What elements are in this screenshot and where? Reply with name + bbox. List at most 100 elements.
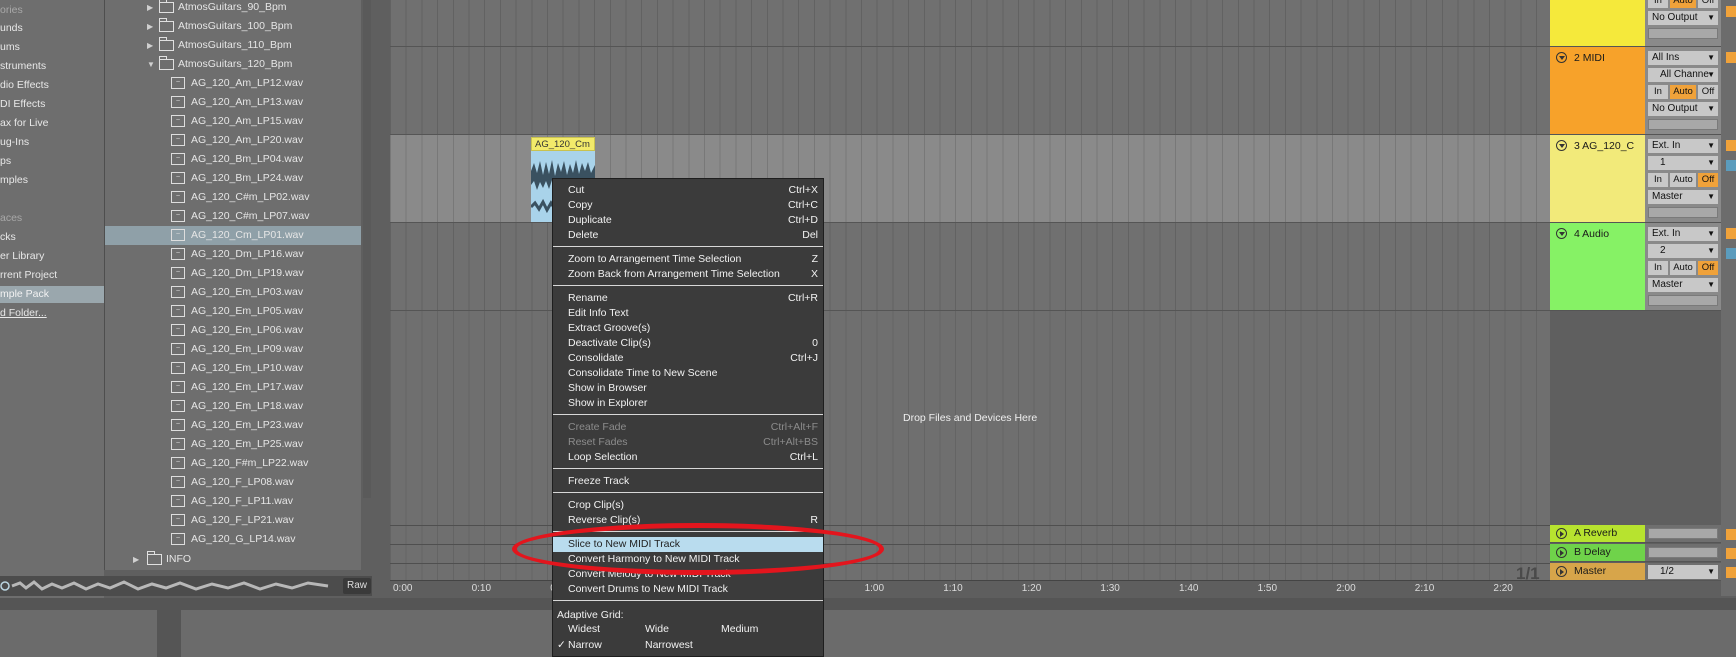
output-channel-field[interactable] — [1648, 295, 1718, 306]
browser-file[interactable]: ~ AG_120_Am_LP15.wav — [105, 112, 361, 131]
clip-context-menu[interactable]: Cut Ctrl+X Copy Ctrl+C Duplicate Ctrl+D Delete… — [552, 178, 824, 657]
bottom-left-pane[interactable] — [0, 610, 157, 657]
browser-file[interactable]: ~ AG_120_Em_LP25.wav — [105, 435, 361, 454]
return-track-name[interactable]: A Reverb — [1574, 527, 1617, 539]
browser-file[interactable]: ~ AG_120_Am_LP20.wav — [105, 131, 361, 150]
fold-track-icon[interactable] — [1556, 52, 1567, 63]
browser-folder[interactable]: ▶ AtmosGuitars_110_Bpm — [105, 36, 361, 55]
input-type-select[interactable]: Ext. In — [1648, 139, 1718, 153]
master-output-select[interactable]: 1/2 — [1648, 565, 1718, 579]
category-item[interactable]: ug-Ins — [0, 134, 104, 151]
triangle-right-icon[interactable]: ▶ — [147, 36, 153, 55]
input-type-select[interactable]: Ext. In — [1648, 227, 1718, 241]
grid-option-narrow[interactable]: Narrow — [568, 639, 602, 651]
category-item[interactable]: DI Effects — [0, 96, 104, 113]
input-type-select[interactable]: All Ins — [1648, 51, 1718, 65]
monitor-off-button[interactable]: Off — [1698, 173, 1718, 187]
output-select[interactable]: Master — [1648, 278, 1718, 292]
monitor-in-button[interactable]: In — [1648, 173, 1668, 187]
browser-file[interactable]: ~ AG_120_Em_LP06.wav — [105, 321, 361, 340]
track-activator-icon[interactable] — [1556, 547, 1567, 558]
browser-file[interactable]: ~ AG_120_F#m_LP22.wav — [105, 454, 361, 473]
input-channel-select[interactable]: 2 — [1648, 244, 1718, 258]
menu-item-reverse-clip-s[interactable]: Reverse Clip(s) R — [553, 513, 823, 528]
output-select[interactable]: No Output — [1648, 11, 1718, 25]
category-item[interactable]: mple Pack — [0, 286, 104, 303]
grid-option-medium[interactable]: Medium — [721, 623, 758, 635]
track-activator-icon[interactable] — [1556, 566, 1567, 577]
menu-item-convert-drums-to-new-midi-track[interactable]: Convert Drums to New MIDI Track — [553, 582, 823, 597]
output-select[interactable]: No Output — [1648, 102, 1718, 116]
browser-file[interactable]: ~ AG_120_C#m_LP07.wav — [105, 207, 361, 226]
menu-item-create-fade[interactable]: Create Fade Ctrl+Alt+F — [553, 420, 823, 435]
browser-file[interactable]: ~ AG_120_Dm_LP19.wav — [105, 264, 361, 283]
menu-item-edit-info-text[interactable]: Edit Info Text — [553, 306, 823, 321]
track-activator-icon[interactable] — [1556, 528, 1567, 539]
browser-file[interactable]: ~ AG_120_Cm_LP01.wav — [105, 226, 361, 245]
output-channel-field[interactable] — [1648, 119, 1718, 130]
menu-item-consolidate-time-to-new-scene[interactable]: Consolidate Time to New Scene — [553, 366, 823, 381]
detail-view[interactable] — [181, 610, 1736, 657]
browser-file[interactable]: ~ AG_120_Am_LP12.wav — [105, 74, 361, 93]
browser-file[interactable]: ~ AG_120_Bm_LP24.wav — [105, 169, 361, 188]
fold-track-icon[interactable] — [1556, 140, 1567, 151]
triangle-down-icon[interactable]: ▼ — [147, 55, 155, 74]
track-name[interactable]: 4 Audio — [1574, 228, 1609, 240]
browser-file[interactable]: ~ AG_120_Em_LP09.wav — [105, 340, 361, 359]
track-lane-midi[interactable] — [390, 47, 1550, 135]
return-track-header[interactable]: A Reverb — [1550, 525, 1645, 543]
category-item[interactable]: mples — [0, 172, 104, 189]
category-item[interactable]: unds — [0, 20, 104, 37]
browser-folder[interactable]: ▶ AtmosGuitars_90_Bpm — [105, 0, 361, 17]
browser-file[interactable]: ~ AG_120_Em_LP03.wav — [105, 283, 361, 302]
monitor-off-button[interactable]: Off — [1698, 261, 1718, 275]
category-item[interactable]: struments — [0, 58, 104, 75]
audio-clip-title[interactable]: AG_120_Cm — [531, 137, 595, 151]
track-header[interactable] — [1550, 0, 1645, 47]
menu-item-delete[interactable]: Delete Del — [553, 228, 823, 243]
track-lane-1[interactable] — [390, 0, 1550, 47]
output-channel-field[interactable] — [1648, 28, 1718, 39]
grid-option-widest[interactable]: Widest — [568, 623, 600, 635]
browser-file[interactable]: ~ AG_120_Em_LP17.wav — [105, 378, 361, 397]
browser-file[interactable]: ~ AG_120_Em_LP10.wav — [105, 359, 361, 378]
input-channel-select[interactable]: 1 — [1648, 156, 1718, 170]
monitor-off-button[interactable]: Off — [1698, 85, 1718, 99]
browser-folder[interactable]: ▼ AtmosGuitars_120_Bpm — [105, 55, 361, 74]
track-header[interactable]: 2 MIDI — [1550, 47, 1645, 135]
category-item[interactable]: rrent Project — [0, 267, 104, 284]
category-item[interactable]: er Library — [0, 248, 104, 265]
monitor-switch[interactable]: In Auto Off — [1648, 173, 1718, 187]
browser-file[interactable]: ~ AG_120_F_LP21.wav — [105, 511, 361, 530]
category-item[interactable]: ps — [0, 153, 104, 170]
track-header[interactable]: 3 AG_120_C — [1550, 135, 1645, 223]
menu-item-duplicate[interactable]: Duplicate Ctrl+D — [553, 213, 823, 228]
return-field[interactable] — [1648, 528, 1718, 539]
menu-item-zoom-back-from-arrangement-time-selection[interactable]: Zoom Back from Arrangement Time Selectio… — [553, 267, 823, 282]
menu-item-slice-to-new-midi-track[interactable]: Slice to New MIDI Track — [553, 537, 823, 552]
browser-folder[interactable]: ▶ AtmosGuitars_100_Bpm — [105, 17, 361, 36]
category-item[interactable]: dio Effects — [0, 77, 104, 94]
menu-item-deactivate-clip-s[interactable]: Deactivate Clip(s) 0 — [553, 336, 823, 351]
monitor-switch[interactable]: In Auto Off — [1648, 261, 1718, 275]
menu-item-consolidate[interactable]: Consolidate Ctrl+J — [553, 351, 823, 366]
menu-item-extract-groove-s[interactable]: Extract Groove(s) — [553, 321, 823, 336]
browser-file[interactable]: ~ AG_120_F_LP11.wav — [105, 492, 361, 511]
browser-file[interactable]: ~ AG_120_Am_LP13.wav — [105, 93, 361, 112]
return-track-header[interactable]: B Delay — [1550, 544, 1645, 562]
return-track-name[interactable]: Master — [1574, 565, 1606, 577]
menu-item-convert-harmony-to-new-midi-track[interactable]: Convert Harmony to New MIDI Track — [553, 552, 823, 567]
browser-file[interactable]: ~ AG_120_C#m_LP02.wav — [105, 188, 361, 207]
output-channel-field[interactable] — [1648, 207, 1718, 218]
browser-scrollbar[interactable] — [363, 0, 371, 498]
return-field[interactable] — [1648, 547, 1718, 558]
browser-file[interactable]: ~ AG_120_G_LP14.wav — [105, 530, 361, 549]
browser-file[interactable]: ~ AG_120_Bm_LP04.wav — [105, 150, 361, 169]
menu-item-loop-selection[interactable]: Loop Selection Ctrl+L — [553, 450, 823, 465]
grid-option-wide[interactable]: Wide — [645, 623, 669, 635]
browser-file[interactable]: ~ AG_120_Em_LP05.wav — [105, 302, 361, 321]
menu-item-rename[interactable]: Rename Ctrl+R — [553, 291, 823, 306]
monitor-auto-button[interactable]: Auto — [1670, 173, 1696, 187]
menu-item-show-in-browser[interactable]: Show in Browser — [553, 381, 823, 396]
return-track-name[interactable]: B Delay — [1574, 546, 1611, 558]
